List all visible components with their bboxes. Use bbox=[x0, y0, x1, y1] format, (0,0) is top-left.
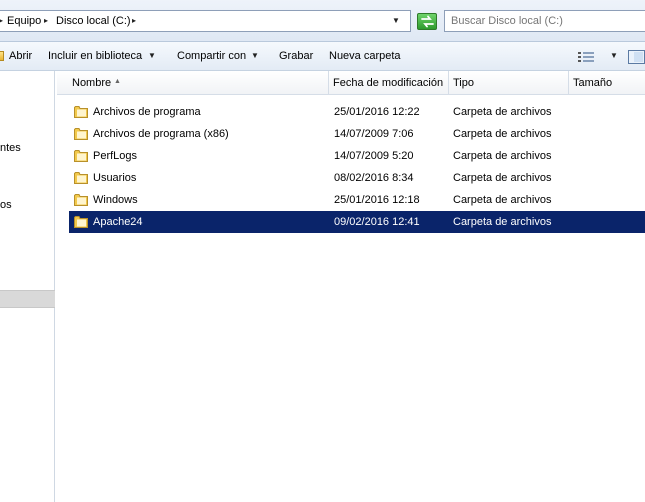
file-date: 08/02/2016 8:34 bbox=[334, 172, 414, 184]
chevron-down-icon[interactable]: ▼ bbox=[392, 16, 400, 25]
nav-section-divider bbox=[0, 290, 55, 308]
breadcrumb-separator-icon[interactable]: ▸ bbox=[0, 16, 3, 25]
breadcrumb-disco-local[interactable]: Disco local (C:) bbox=[56, 15, 131, 27]
column-header: Nombre ▲ Fecha de modificación Tipo Tama… bbox=[57, 71, 645, 95]
folder-icon bbox=[74, 194, 88, 206]
column-size-label: Tamaño bbox=[573, 77, 613, 89]
chevron-down-icon[interactable]: ▼ bbox=[251, 51, 259, 60]
folder-icon bbox=[74, 106, 88, 118]
open-button[interactable]: Abrir bbox=[9, 50, 32, 62]
refresh-icon bbox=[421, 15, 434, 28]
share-with-button[interactable]: Compartir con bbox=[177, 50, 246, 62]
file-type: Carpeta de archivos bbox=[453, 216, 552, 228]
file-list[interactable]: Archivos de programa 25/01/2016 12:22 Ca… bbox=[57, 95, 645, 502]
address-box[interactable]: ▸ Equipo ▸ Disco local (C:) ▸ ▼ bbox=[0, 10, 411, 32]
breadcrumb-arrow-icon[interactable]: ▸ bbox=[132, 16, 136, 25]
chevron-down-icon[interactable]: ▼ bbox=[610, 51, 618, 60]
column-name[interactable]: Nombre ▲ bbox=[57, 71, 329, 95]
views-icon[interactable] bbox=[578, 52, 594, 62]
column-type-label: Tipo bbox=[453, 77, 474, 89]
file-type: Carpeta de archivos bbox=[453, 172, 552, 184]
nav-item-partial[interactable]: ntes bbox=[0, 142, 21, 154]
navigation-pane[interactable]: ntes os bbox=[0, 71, 55, 502]
file-name: Archivos de programa (x86) bbox=[93, 128, 229, 140]
include-in-library-button[interactable]: Incluir en biblioteca bbox=[48, 50, 142, 62]
file-type: Carpeta de archivos bbox=[453, 106, 552, 118]
search-box[interactable] bbox=[444, 10, 645, 32]
breadcrumb-equipo[interactable]: Equipo bbox=[7, 15, 41, 27]
file-name: Windows bbox=[93, 194, 138, 206]
file-name: Archivos de programa bbox=[93, 106, 201, 118]
search-input[interactable] bbox=[445, 11, 645, 31]
column-type[interactable]: Tipo bbox=[449, 71, 569, 95]
file-row-apache24[interactable]: Apache24 09/02/2016 12:41 Carpeta de arc… bbox=[69, 211, 645, 233]
file-date: 25/01/2016 12:18 bbox=[334, 194, 420, 206]
column-date[interactable]: Fecha de modificación bbox=[329, 71, 449, 95]
file-name: Usuarios bbox=[93, 172, 137, 184]
new-folder-button[interactable]: Nueva carpeta bbox=[329, 50, 401, 62]
sort-ascending-icon: ▲ bbox=[114, 78, 121, 85]
file-row-windows[interactable]: Windows 25/01/2016 12:18 Carpeta de arch… bbox=[69, 189, 645, 211]
file-row-archivos-de-programa-x86[interactable]: Archivos de programa (x86) 14/07/2009 7:… bbox=[69, 123, 645, 145]
file-row-usuarios[interactable]: Usuarios 08/02/2016 8:34 Carpeta de arch… bbox=[69, 167, 645, 189]
burn-button[interactable]: Grabar bbox=[279, 50, 313, 62]
file-type: Carpeta de archivos bbox=[453, 128, 552, 140]
column-size[interactable]: Tamaño bbox=[569, 71, 645, 95]
file-date: 09/02/2016 12:41 bbox=[334, 216, 420, 228]
file-date: 25/01/2016 12:22 bbox=[334, 106, 420, 118]
file-date: 14/07/2009 7:06 bbox=[334, 128, 414, 140]
chevron-down-icon[interactable]: ▼ bbox=[148, 51, 156, 60]
nav-item-partial[interactable]: os bbox=[0, 199, 12, 211]
refresh-button[interactable] bbox=[417, 13, 437, 30]
breadcrumb-arrow-icon[interactable]: ▸ bbox=[44, 16, 48, 25]
file-date: 14/07/2009 5:20 bbox=[334, 150, 414, 162]
folder-icon bbox=[74, 128, 88, 140]
command-bar: Abrir Incluir en biblioteca ▼ Compartir … bbox=[0, 42, 645, 71]
folder-icon bbox=[0, 51, 4, 61]
folder-icon bbox=[74, 216, 88, 228]
file-name: PerfLogs bbox=[93, 150, 138, 162]
file-type: Carpeta de archivos bbox=[453, 150, 552, 162]
folder-icon bbox=[74, 150, 88, 162]
file-type: Carpeta de archivos bbox=[453, 194, 552, 206]
file-row-archivos-de-programa[interactable]: Archivos de programa 25/01/2016 12:22 Ca… bbox=[69, 101, 645, 123]
column-name-label: Nombre bbox=[72, 77, 112, 89]
address-bar: ▸ Equipo ▸ Disco local (C:) ▸ ▼ bbox=[0, 0, 645, 42]
folder-icon bbox=[74, 172, 88, 184]
preview-pane-icon[interactable] bbox=[628, 50, 645, 64]
file-name: Apache24 bbox=[93, 216, 143, 228]
file-row-perflogs[interactable]: PerfLogs 14/07/2009 5:20 Carpeta de arch… bbox=[69, 145, 645, 167]
column-date-label: Fecha de modificación bbox=[333, 77, 444, 89]
